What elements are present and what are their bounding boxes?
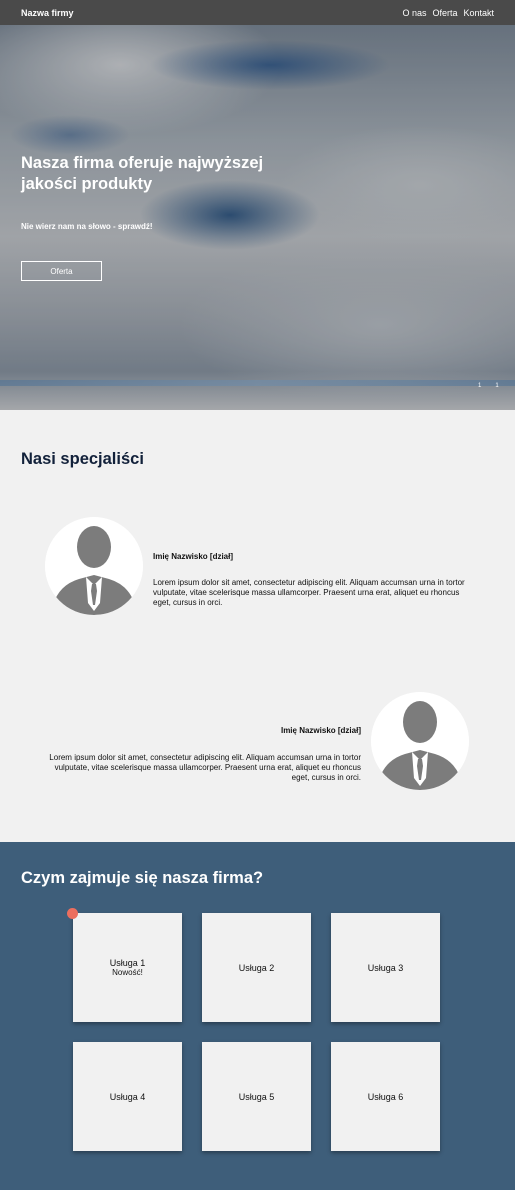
service-card[interactable]: Usługa 5 bbox=[202, 1042, 311, 1151]
service-label: Usługa 3 bbox=[367, 962, 404, 973]
service-card[interactable]: Usługa 1 Nowość! bbox=[73, 913, 182, 1022]
hero-subtitle: Nie wierz nam na słowo - sprawdź! bbox=[21, 222, 153, 231]
hero-horizon bbox=[0, 380, 515, 386]
service-label: Usługa 5 bbox=[238, 1091, 275, 1102]
service-card[interactable]: Usługa 6 bbox=[331, 1042, 440, 1151]
brand-logo[interactable]: Nazwa firmy bbox=[21, 8, 74, 18]
hero-title: Nasza firma oferuje najwyższej jakości p… bbox=[21, 154, 264, 193]
offer-button[interactable]: Oferta bbox=[21, 261, 102, 281]
services-section: Czym zajmuje się nasza firma? Usługa 1 N… bbox=[0, 842, 515, 1190]
hero-overlay bbox=[0, 25, 515, 410]
specialists-title: Nasi specjaliści bbox=[21, 450, 144, 468]
carousel-indicator[interactable]: 1 bbox=[495, 383, 498, 389]
person-name: Imię Nazwisko [dział] bbox=[153, 552, 234, 561]
service-label: Usługa 1 bbox=[109, 958, 146, 968]
specialists-section: Nasi specjaliści Imię Nazwisko [dział] L… bbox=[0, 410, 515, 842]
services-title: Czym zajmuje się nasza firma? bbox=[21, 869, 264, 887]
nav-link-about[interactable]: O nas bbox=[402, 8, 426, 18]
person-description: Lorem ipsum dolor sit amet, consectetur … bbox=[49, 753, 361, 782]
new-badge-icon bbox=[67, 908, 78, 919]
avatar-icon bbox=[371, 692, 469, 790]
nav-link-offer[interactable]: Oferta bbox=[432, 8, 457, 18]
service-label: Usługa 2 bbox=[238, 962, 275, 973]
carousel-indicator[interactable]: 1 bbox=[478, 383, 481, 389]
service-card[interactable]: Usługa 2 bbox=[202, 913, 311, 1022]
new-label: Nowość! bbox=[112, 968, 143, 977]
navbar: Nazwa firmy O nas Oferta Kontakt bbox=[0, 0, 515, 25]
avatar-icon bbox=[45, 517, 143, 615]
nav-link-contact[interactable]: Kontakt bbox=[463, 8, 494, 18]
hero-banner: Nasza firma oferuje najwyższej jakości p… bbox=[0, 25, 515, 410]
service-card[interactable]: Usługa 3 bbox=[331, 913, 440, 1022]
carousel-indicators: 1 1 bbox=[478, 383, 499, 389]
nav-links: O nas Oferta Kontakt bbox=[402, 8, 494, 18]
person-description: Lorem ipsum dolor sit amet, consectetur … bbox=[153, 578, 465, 607]
person-name: Imię Nazwisko [dział] bbox=[280, 726, 361, 735]
service-label: Usługa 6 bbox=[367, 1091, 404, 1102]
service-card[interactable]: Usługa 4 bbox=[73, 1042, 182, 1151]
service-label: Usługa 4 bbox=[109, 1091, 146, 1102]
